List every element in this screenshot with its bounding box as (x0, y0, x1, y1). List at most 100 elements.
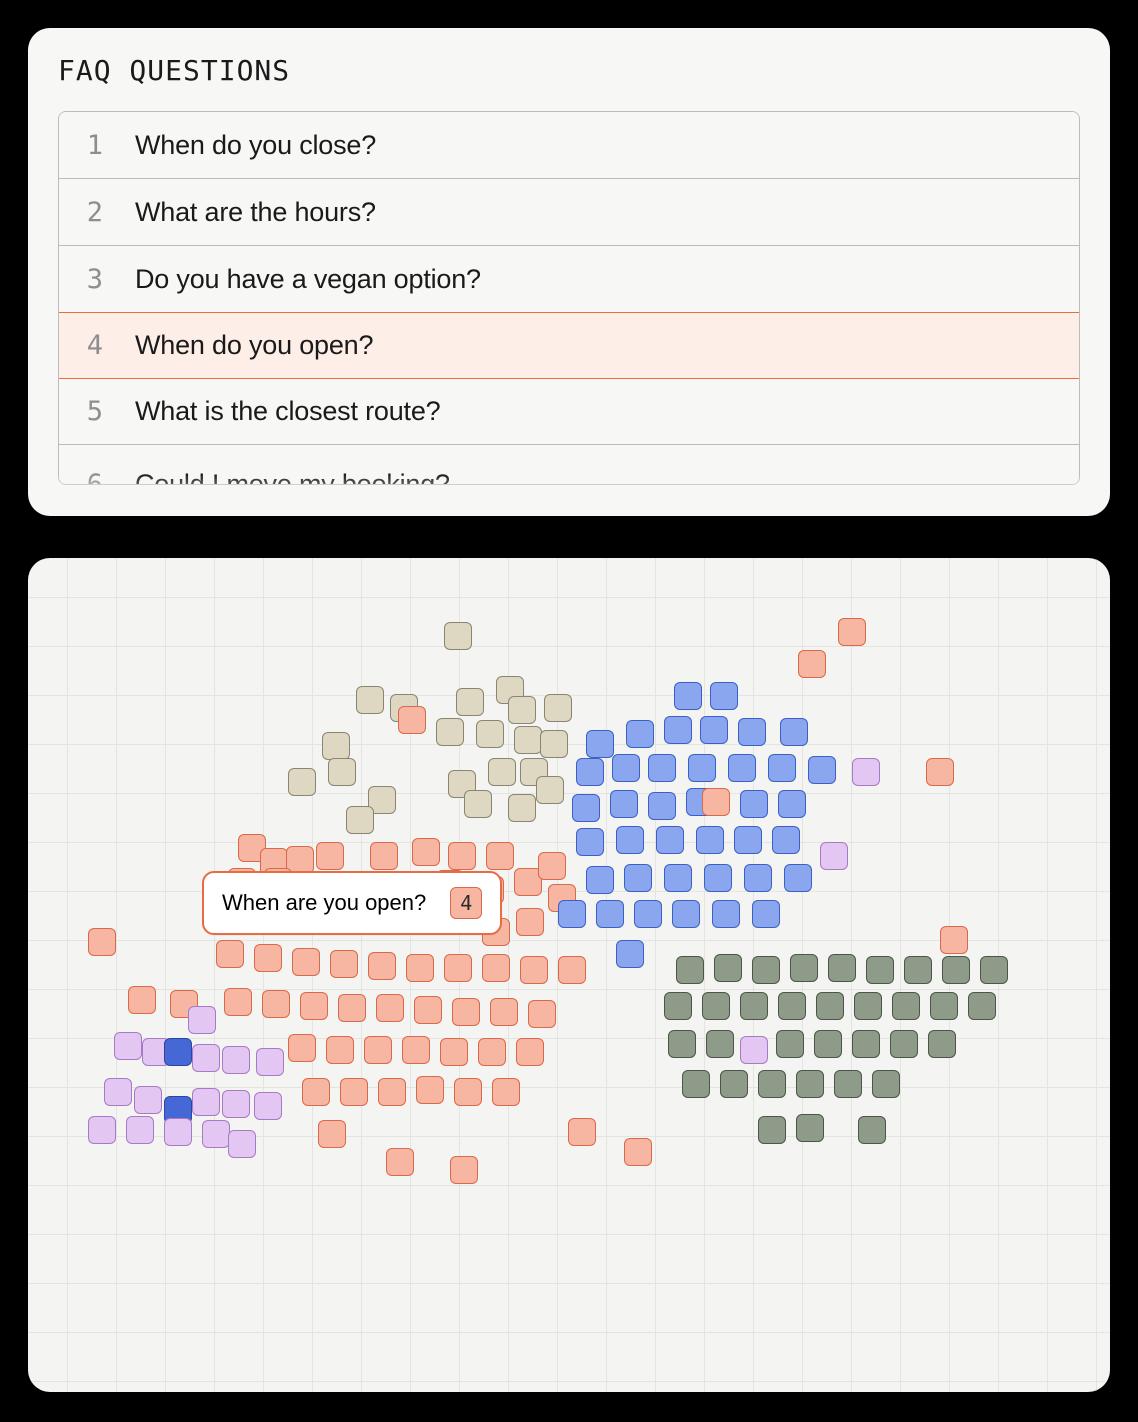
scatter-point[interactable] (814, 1030, 842, 1058)
scatter-point[interactable] (752, 900, 780, 928)
scatter-point[interactable] (676, 956, 704, 984)
scatter-point[interactable] (482, 954, 510, 982)
scatter-point[interactable] (858, 1116, 886, 1144)
scatter-point[interactable] (402, 1036, 430, 1064)
scatter-point[interactable] (558, 900, 586, 928)
scatter-point[interactable] (538, 852, 566, 880)
scatter-point[interactable] (612, 754, 640, 782)
scatter-point[interactable] (784, 864, 812, 892)
scatter-point[interactable] (738, 718, 766, 746)
scatter-point[interactable] (610, 790, 638, 818)
scatter-point[interactable] (254, 944, 282, 972)
scatter-point[interactable] (456, 688, 484, 716)
scatter-point[interactable] (796, 1070, 824, 1098)
scatter-point[interactable] (904, 956, 932, 984)
scatter-point[interactable] (114, 1032, 142, 1060)
scatter-point[interactable] (222, 1090, 250, 1118)
scatter-point[interactable] (254, 1092, 282, 1120)
scatter-point[interactable] (790, 954, 818, 982)
scatter-point[interactable] (798, 650, 826, 678)
scatter-point[interactable] (664, 864, 692, 892)
scatter-point[interactable] (202, 1120, 230, 1148)
scatter-point[interactable] (664, 716, 692, 744)
scatter-point[interactable] (772, 826, 800, 854)
faq-item-1[interactable]: 1When do you close? (59, 112, 1079, 179)
scatter-point[interactable] (452, 998, 480, 1026)
scatter-point[interactable] (664, 992, 692, 1020)
scatter-point[interactable] (490, 998, 518, 1026)
scatter-point[interactable] (872, 1070, 900, 1098)
scatter-point[interactable] (702, 788, 730, 816)
scatter-point[interactable] (656, 826, 684, 854)
scatter-point[interactable] (838, 618, 866, 646)
scatter-point[interactable] (634, 900, 662, 928)
scatter-point[interactable] (796, 1114, 824, 1142)
scatter-point[interactable] (780, 718, 808, 746)
scatter-point[interactable] (576, 828, 604, 856)
scatter-point[interactable] (712, 900, 740, 928)
scatter-point[interactable] (338, 994, 366, 1022)
scatter-point[interactable] (346, 806, 374, 834)
faq-item-6[interactable]: 6Could I move my booking? (59, 445, 1079, 485)
scatter-point[interactable] (88, 928, 116, 956)
scatter-point[interactable] (398, 706, 426, 734)
scatter-point[interactable] (624, 864, 652, 892)
scatter-point[interactable] (486, 842, 514, 870)
scatter-point[interactable] (682, 1070, 710, 1098)
scatter-point[interactable] (890, 1030, 918, 1058)
scatter-point[interactable] (406, 954, 434, 982)
scatter-point[interactable] (164, 1038, 192, 1066)
scatter-point[interactable] (378, 1078, 406, 1106)
scatter-point[interactable] (288, 768, 316, 796)
scatter-point[interactable] (540, 730, 568, 758)
scatter-point[interactable] (224, 988, 252, 1016)
scatter-point[interactable] (702, 992, 730, 1020)
scatter-point[interactable] (520, 956, 548, 984)
scatter-point[interactable] (192, 1088, 220, 1116)
scatter-point[interactable] (450, 1156, 478, 1184)
scatter-point[interactable] (740, 992, 768, 1020)
scatter-point[interactable] (866, 956, 894, 984)
scatter-point[interactable] (104, 1078, 132, 1106)
scatter-point[interactable] (672, 900, 700, 928)
scatter-point[interactable] (852, 758, 880, 786)
scatter-point[interactable] (752, 956, 780, 984)
scatter-point[interactable] (444, 622, 472, 650)
scatter-point[interactable] (492, 1078, 520, 1106)
scatter-point[interactable] (734, 826, 762, 854)
scatter-point[interactable] (980, 956, 1008, 984)
scatter-point[interactable] (516, 908, 544, 936)
scatter-point[interactable] (222, 1046, 250, 1074)
scatter-point[interactable] (744, 864, 772, 892)
scatter-point[interactable] (808, 756, 836, 784)
scatter-point[interactable] (778, 790, 806, 818)
scatter-point[interactable] (758, 1116, 786, 1144)
scatter-point[interactable] (454, 1078, 482, 1106)
scatter-point[interactable] (316, 842, 344, 870)
scatter-point[interactable] (648, 792, 676, 820)
scatter-point[interactable] (192, 1044, 220, 1072)
scatter-point[interactable] (126, 1116, 154, 1144)
scatter-point[interactable] (88, 1116, 116, 1144)
scatter-point[interactable] (464, 790, 492, 818)
scatter-point[interactable] (386, 1148, 414, 1176)
scatter-point[interactable] (768, 754, 796, 782)
scatter-point[interactable] (516, 1038, 544, 1066)
scatter-point[interactable] (414, 996, 442, 1024)
scatter-point[interactable] (128, 986, 156, 1014)
scatter-point[interactable] (164, 1118, 192, 1146)
scatter-point[interactable] (710, 682, 738, 710)
scatter-point[interactable] (528, 1000, 556, 1028)
scatter-point[interactable] (834, 1070, 862, 1098)
scatter-point[interactable] (728, 754, 756, 782)
scatter-point[interactable] (626, 720, 654, 748)
scatter-point[interactable] (292, 948, 320, 976)
scatter-point[interactable] (228, 1130, 256, 1158)
scatter-point[interactable] (778, 992, 806, 1020)
faq-item-4[interactable]: 4When do you open? (58, 312, 1080, 379)
scatter-point[interactable] (340, 1078, 368, 1106)
scatter-point[interactable] (740, 790, 768, 818)
scatter-point[interactable] (586, 730, 614, 758)
faq-item-5[interactable]: 5What is the closest route? (59, 378, 1079, 445)
scatter-point[interactable] (436, 718, 464, 746)
